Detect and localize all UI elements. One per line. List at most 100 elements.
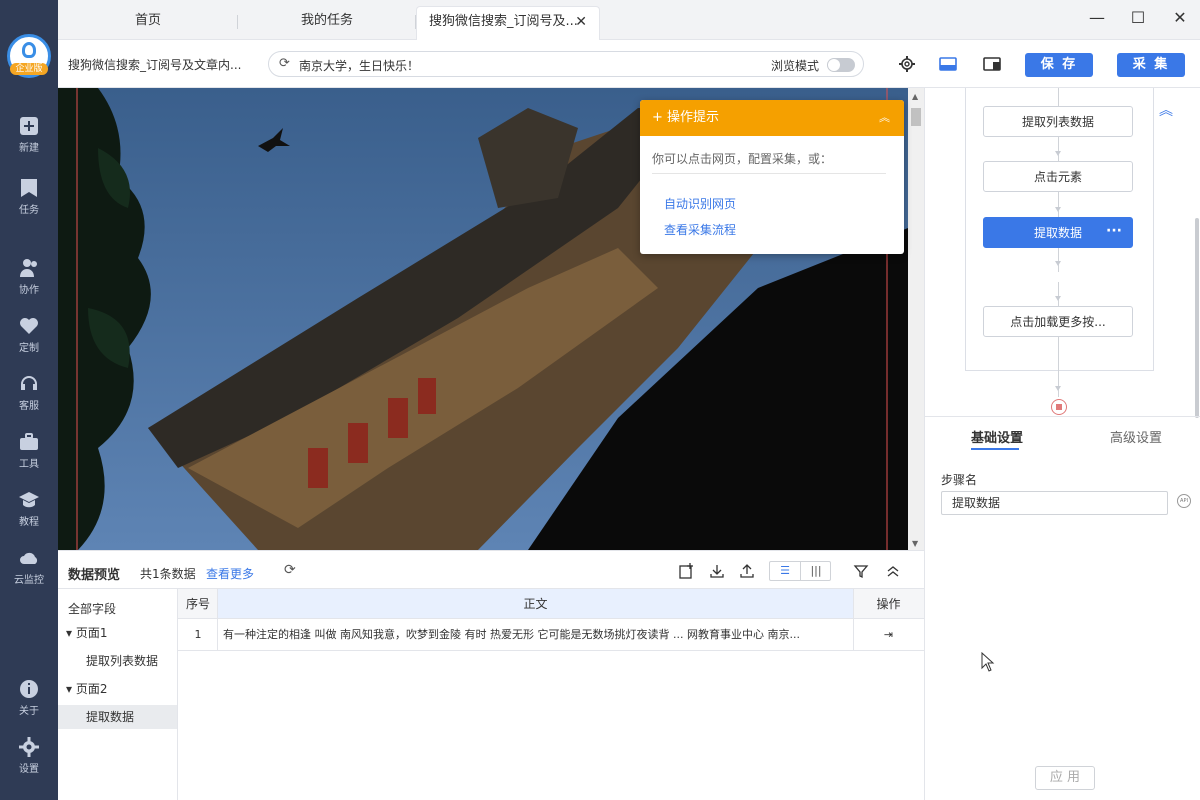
tree-all-fields[interactable]: 全部字段 [58,597,177,621]
upload-icon[interactable] [739,563,755,579]
row-index: 1 [178,619,218,651]
minimize-icon[interactable]: — [1085,8,1109,28]
sidebar-item-label: 工具 [19,459,39,470]
flow-arrow [1055,261,1061,266]
step-name-input[interactable]: 提取数据 [941,491,1168,515]
flow-connector [1058,88,1059,106]
sidebar-item-tools[interactable]: 工具 [0,432,58,470]
sidebar-item-new[interactable]: 新建 [0,116,58,154]
url-text[interactable]: 南京大学，生日快乐！ [299,57,419,74]
sidebar-item-tutorial[interactable]: 教程 [0,490,58,528]
sidebar-item-label: 协作 [19,285,39,296]
scroll-down-icon[interactable]: ▼ [912,539,918,548]
close-icon[interactable]: ✕ [575,7,587,37]
view-more-link[interactable]: 查看更多 [206,565,254,582]
flow-arrow [1055,151,1061,156]
plus-square-icon [19,116,39,136]
page-name: 搜狗微信搜索_订阅号及文章内... [68,58,242,72]
sidebar-item-about[interactable]: 关于 [0,679,58,717]
bookmark-icon [19,178,39,198]
toolbar: 搜狗微信搜索_订阅号及文章内... ⟳ 南京大学，生日快乐！ 浏览模式 保 存 … [58,40,1200,88]
tab-basic-settings[interactable]: 基础设置 [971,427,1023,446]
step-click-load-more[interactable]: 点击加载更多按... [983,306,1133,337]
settings-tabs: 基础设置 高级设置 [925,416,1200,450]
step-extract-data[interactable]: 提取数据 ··· [983,217,1133,248]
hint-plus-icon: + [652,110,663,125]
collapse-icon[interactable]: ︽ [879,100,890,136]
layout-vertical-icon[interactable] [983,55,1001,73]
sidebar-item-label: 设置 [19,764,39,775]
flow-end-icon [1051,399,1067,415]
info-icon [19,679,39,699]
download-icon[interactable] [709,563,725,579]
row-text[interactable]: 有一种注定的相逢 叫做 南风知我意，吹梦到金陵 有时 热爱无形 它可能是无数场挑… [218,619,853,651]
sidebar-item-cloud-monitor[interactable]: 云监控 [0,548,58,586]
flow-arrow [1055,296,1061,301]
auto-detect-link[interactable]: 自动识别网页 [664,195,736,212]
scroll-up-icon[interactable]: ▲ [912,92,918,101]
app-logo: 企业版 [7,34,51,78]
refresh-icon[interactable]: ⟳ [279,56,290,71]
apply-button[interactable]: 应 用 [1035,766,1095,790]
save-button[interactable]: 保 存 [1025,53,1093,77]
tree-page-1[interactable]: ▾ 页面1 [58,621,177,645]
expand-arrow-icon[interactable]: ▾ [66,626,72,640]
sidebar-item-service[interactable]: 客服 [0,374,58,412]
sidebar-item-custom[interactable]: 定制 [0,316,58,354]
view-mode-toggle[interactable]: ☰ ||| [769,561,831,581]
url-bar[interactable]: ⟳ 南京大学，生日快乐！ 浏览模式 [268,51,864,77]
step-name-label: 步骤名 [941,473,978,487]
settings-gear-icon[interactable] [898,55,916,73]
api-icon[interactable]: API [1177,494,1191,508]
view-flow-link[interactable]: 查看采集流程 [664,221,736,238]
sidebar-item-label: 教程 [19,517,39,528]
tab-advanced-settings[interactable]: 高级设置 [1110,427,1162,446]
data-preview-panel: 数据预览 共1条数据 查看更多 ⟳ ☰ ||| 全部字段 ▾ 页面1 提取列表数… [58,550,924,800]
flow-connector [1058,337,1059,371]
gear-icon [19,737,39,757]
col-header-text[interactable]: 正文 [218,589,853,619]
collect-button[interactable]: 采 集 [1117,53,1185,77]
layout-horizontal-icon[interactable] [939,55,957,73]
browse-mode-label: 浏览模式 [771,59,820,73]
graduation-cap-icon [19,490,39,510]
browser-scrollbar[interactable]: ▲ ▼ [908,88,924,550]
double-chevron-up-icon[interactable]: ︽ [1159,100,1173,120]
sidebar-item-label: 新建 [19,143,39,154]
expand-arrow-icon[interactable]: ▾ [66,682,72,696]
tab-current-task[interactable]: 搜狗微信搜索_订阅号及... ✕ [416,6,600,40]
hint-description: 你可以点击网页，配置采集，或： [652,152,833,166]
window-close-icon[interactable]: ✕ [1168,8,1192,28]
sidebar-item-settings[interactable]: 设置 [0,737,58,775]
refresh-icon[interactable]: ⟳ [284,562,296,578]
list-view-icon[interactable]: ☰ [770,562,801,580]
flow-connector [1058,192,1059,217]
left-sidebar: 企业版 新建 任务 协作 定制 客服 工具 教程 云监控 关于 设置 [0,0,58,800]
browse-mode-toggle[interactable] [827,58,855,72]
maximize-icon[interactable]: ☐ [1126,8,1150,28]
scrollbar-thumb[interactable] [911,108,921,126]
panel-scrollbar[interactable] [1195,218,1199,418]
preview-title: 数据预览 [68,568,121,583]
hint-title: 操作提示 [667,110,720,125]
sidebar-item-task[interactable]: 任务 [0,178,58,216]
cloud-monitor-icon [19,548,39,568]
add-field-icon[interactable] [678,563,694,579]
field-tree: 全部字段 ▾ 页面1 提取列表数据 ▾ 页面2 提取数据 [58,588,178,800]
column-view-icon[interactable]: ||| [801,562,831,580]
filter-icon[interactable] [853,563,869,579]
hint-divider [652,173,886,174]
sidebar-item-collab[interactable]: 协作 [0,258,58,296]
tree-page-2[interactable]: ▾ 页面2 [58,677,177,701]
tree-extract-list[interactable]: 提取列表数据 [58,649,177,673]
tab-my-tasks[interactable]: 我的任务 [238,6,416,40]
step-extract-list[interactable]: 提取列表数据 [983,106,1133,137]
more-options-icon[interactable]: ··· [1106,216,1122,246]
row-action-export-icon[interactable]: ⇥ [853,619,924,651]
step-click-element[interactable]: 点击元素 [983,161,1133,192]
tab-home[interactable]: 首页 [58,6,238,40]
sidebar-item-label: 客服 [19,401,39,412]
tree-extract-data[interactable]: 提取数据 [58,705,177,729]
flow-arrow [1055,207,1061,212]
collapse-panel-icon[interactable] [885,563,901,579]
